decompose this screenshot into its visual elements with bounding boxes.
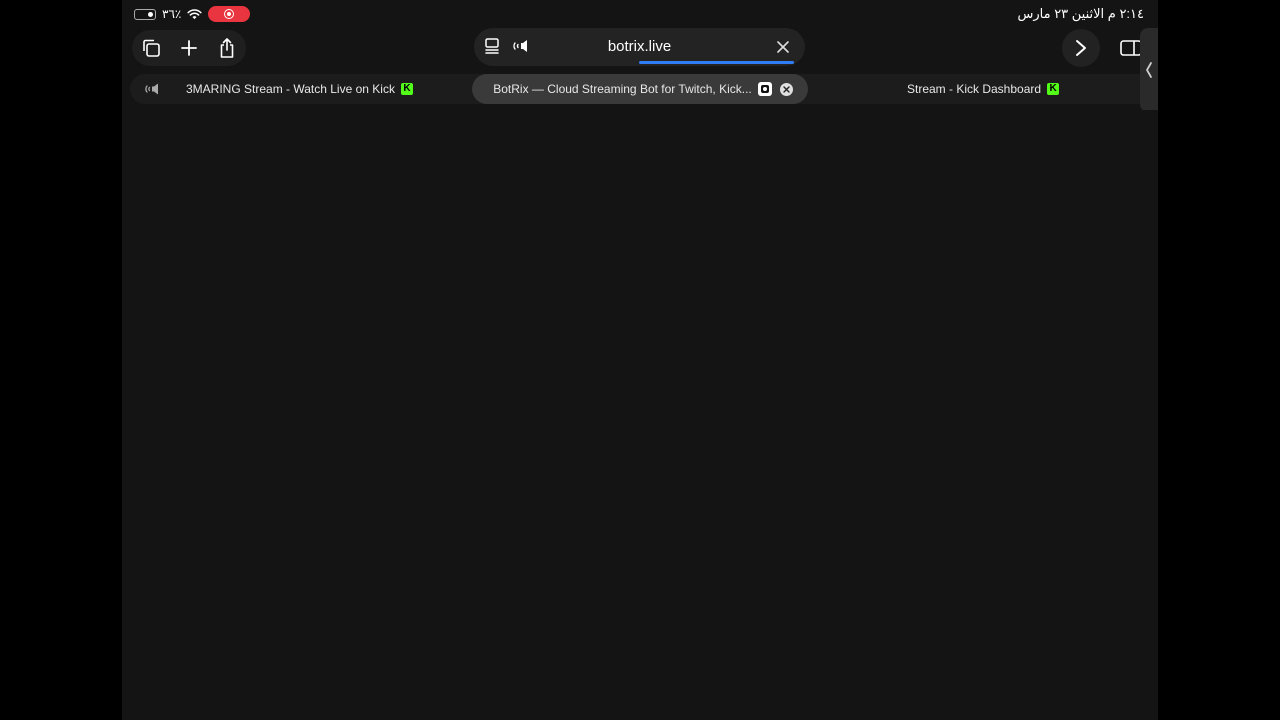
tab-3maring-stream[interactable]: 3MARING Stream - Watch Live on Kick K — [144, 74, 413, 104]
botrix-favicon — [757, 82, 772, 96]
tabs-overview-button[interactable] — [136, 33, 166, 63]
botrix-icon — [760, 85, 769, 93]
share-button[interactable] — [212, 33, 242, 63]
tab-label: BotRix — Cloud Streaming Bot for Twitch,… — [493, 82, 752, 96]
toolbar-left-group — [132, 30, 246, 66]
record-icon — [224, 9, 235, 19]
stop-loading-button[interactable] — [773, 37, 793, 57]
status-indicators: ٣٦٪ — [134, 5, 251, 23]
page-load-progress — [639, 61, 794, 64]
tab-label: Stream - Kick Dashboard — [907, 82, 1042, 96]
address-bar[interactable]: botrix.live — [474, 28, 805, 66]
battery-percent: ٣٦٪ — [162, 7, 182, 21]
tab-botrix[interactable]: BotRix — Cloud Streaming Bot for Twitch,… — [472, 74, 808, 104]
close-icon — [777, 41, 789, 53]
share-icon — [220, 38, 234, 58]
close-icon — [783, 85, 790, 93]
forward-button[interactable] — [1062, 29, 1100, 67]
plus-icon — [181, 40, 197, 56]
kick-favicon: K — [1047, 83, 1060, 95]
wifi-icon — [187, 9, 202, 20]
new-tab-button[interactable] — [174, 33, 204, 63]
status-bar: ٣٦٪ ٢:١٤ م الاثنين ٢٣ مارس — [122, 0, 1158, 28]
screen-recording-indicator[interactable] — [208, 6, 251, 22]
sidebar-icon — [1120, 40, 1142, 56]
tab-label: 3MARING Stream - Watch Live on Kick — [186, 82, 395, 96]
battery-icon — [134, 8, 156, 20]
url-text[interactable]: botrix.live — [474, 38, 805, 55]
browser-window: ٣٦٪ ٢:١٤ م الاثنين ٢٣ مارس botrix.live 3… — [122, 0, 1158, 720]
audio-playing-icon[interactable] — [144, 82, 164, 96]
tab-close-button[interactable] — [779, 82, 793, 96]
tabs-overview-icon — [143, 39, 160, 57]
tab-kick-dashboard[interactable]: Stream - Kick Dashboard K — [901, 74, 1060, 104]
chevron-right-icon — [1076, 40, 1086, 56]
chevron-left-icon — [1146, 62, 1152, 78]
kick-favicon: K — [400, 83, 413, 95]
tab-bar: 3MARING Stream - Watch Live on Kick K Bo… — [130, 74, 1158, 104]
sidebar-edge-handle[interactable] — [1140, 28, 1158, 112]
browser-toolbar: botrix.live — [122, 28, 1158, 68]
status-time-date: ٢:١٤ م الاثنين ٢٣ مارس — [1017, 6, 1145, 21]
page-content-area[interactable] — [122, 110, 1158, 720]
